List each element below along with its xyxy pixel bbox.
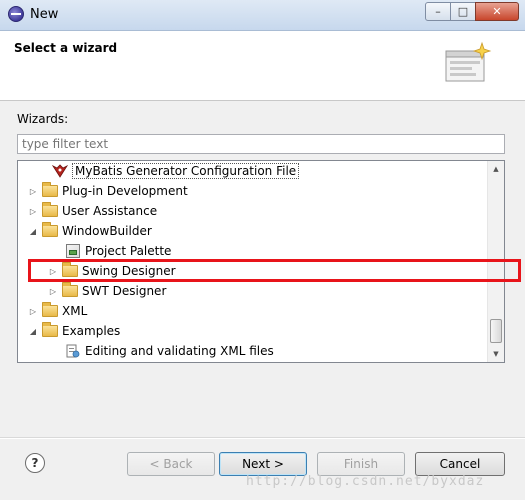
tree-item-xml[interactable]: ▷ XML xyxy=(28,301,87,321)
tree-item-label: Editing and validating XML files xyxy=(85,344,274,358)
tree-item-editing-validating-xml[interactable]: Editing and validating XML files xyxy=(62,341,274,361)
folder-icon xyxy=(62,282,78,298)
tree-item-plug-in-development[interactable]: ▷ Plug-in Development xyxy=(28,181,188,201)
folder-open-icon xyxy=(42,222,58,238)
minimize-button[interactable]: – xyxy=(425,2,451,21)
tree-item-label: Examples xyxy=(62,324,121,338)
tree-item-label: MyBatis Generator Configuration File xyxy=(72,163,300,179)
next-button[interactable]: Next > xyxy=(219,452,307,476)
finish-button[interactable]: Finish xyxy=(317,452,405,476)
expand-arrow-icon[interactable]: ▷ xyxy=(48,286,58,296)
collapse-arrow-icon[interactable]: ◢ xyxy=(28,226,38,236)
title-bar: New – □ ✕ xyxy=(0,0,525,31)
tree-item-windowbuilder[interactable]: ◢ WindowBuilder xyxy=(28,221,152,241)
footer-separator xyxy=(0,437,525,439)
window-controls: – □ ✕ xyxy=(425,2,519,22)
folder-icon xyxy=(42,302,58,318)
folder-icon xyxy=(42,202,58,218)
window-title: New xyxy=(30,7,59,22)
tree-item-swt-designer[interactable]: ▷ SWT Designer xyxy=(48,281,166,301)
maximize-button[interactable]: □ xyxy=(450,2,476,21)
collapse-arrow-icon[interactable]: ◢ xyxy=(28,326,38,336)
tree-item-label: User Assistance xyxy=(62,204,158,218)
page-title: Select a wizard xyxy=(14,41,118,55)
tree-item-label: SWT Designer xyxy=(82,284,167,298)
expand-arrow-icon[interactable]: ▷ xyxy=(28,306,38,316)
tree-item-label: XML xyxy=(62,304,88,318)
scroll-down-icon[interactable]: ▼ xyxy=(488,346,504,362)
tree-item-mybatis-generator[interactable]: MyBatis Generator Configuration File xyxy=(48,161,300,181)
eclipse-icon xyxy=(8,6,24,22)
watermark-text: http://blog.csdn.net/byxdaz xyxy=(246,474,485,489)
tree-item-label: WindowBuilder xyxy=(62,224,152,238)
tree-item-label: Plug-in Development xyxy=(62,184,188,198)
scroll-up-icon[interactable]: ▲ xyxy=(488,161,504,177)
expand-arrow-icon[interactable]: ▷ xyxy=(28,186,38,196)
scrollbar-thumb[interactable] xyxy=(490,319,502,343)
tree-item-examples[interactable]: ◢ Examples xyxy=(28,321,120,341)
mybatis-icon xyxy=(52,164,68,178)
folder-open-icon xyxy=(42,322,58,338)
annotation-highlight-box xyxy=(28,259,521,282)
filter-input[interactable] xyxy=(17,134,505,154)
palette-icon xyxy=(66,244,80,258)
cancel-button[interactable]: Cancel xyxy=(415,452,505,476)
tree-item-user-assistance[interactable]: ▷ User Assistance xyxy=(28,201,157,221)
wizards-label: Wizards: xyxy=(17,112,69,126)
tree-item-label: Project Palette xyxy=(85,244,172,258)
tree-item-project-palette[interactable]: Project Palette xyxy=(62,241,171,261)
wizard-header: Select a wizard xyxy=(0,31,525,101)
expand-arrow-icon[interactable]: ▷ xyxy=(28,206,38,216)
xml-example-icon xyxy=(66,344,80,358)
folder-icon xyxy=(42,182,58,198)
back-button[interactable]: < Back xyxy=(127,452,215,476)
help-icon[interactable]: ? xyxy=(25,453,45,473)
close-button[interactable]: ✕ xyxy=(475,2,519,21)
new-wizard-banner-icon xyxy=(445,41,492,82)
